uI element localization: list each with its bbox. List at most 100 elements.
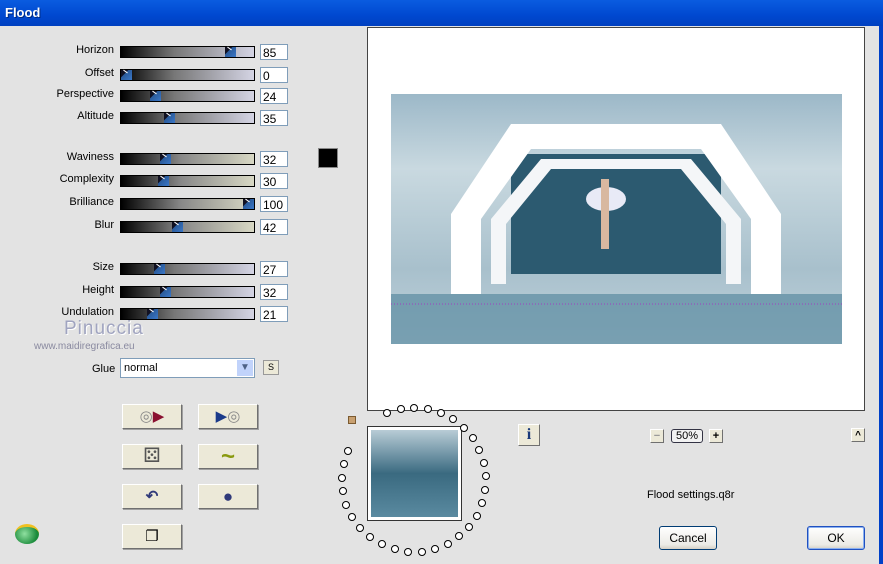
dial-dot[interactable] (481, 472, 490, 481)
dial-dot[interactable] (464, 522, 473, 531)
collapse-button[interactable]: ^ (851, 428, 865, 442)
slider-track[interactable] (120, 46, 255, 58)
ring-icon: ● (222, 487, 234, 506)
slider-value-input[interactable]: 35 (260, 110, 288, 126)
slider-value-input[interactable]: 42 (260, 219, 288, 235)
slider-label: Complexity (59, 173, 114, 185)
wave-button[interactable]: ~ (198, 444, 258, 469)
dial-dot[interactable] (475, 445, 484, 454)
dial-dot[interactable] (342, 500, 351, 509)
slider-thumb[interactable] (243, 199, 254, 209)
dial-dot[interactable] (478, 499, 487, 508)
slider-thumb[interactable] (160, 287, 172, 297)
thumbnail-handle[interactable] (348, 416, 356, 424)
slider-track[interactable] (120, 69, 255, 81)
slider-thumb[interactable] (157, 176, 169, 186)
wave-icon: ~ (220, 443, 235, 470)
watermark-name: Pinuccia (64, 318, 144, 339)
dial-dot[interactable] (423, 405, 432, 414)
slider-value-input[interactable]: 32 (260, 151, 288, 167)
save-preset-button[interactable]: ▶◎ (198, 404, 258, 429)
zoom-level: 50% (671, 429, 703, 443)
dial-dot[interactable] (390, 545, 399, 554)
reset-button[interactable]: ● (198, 484, 258, 509)
slider-value-input[interactable]: 100 (260, 196, 288, 212)
dial-dot[interactable] (383, 409, 392, 418)
slider-thumb[interactable] (172, 222, 184, 232)
slider-row-undulation: Undulation 21 (0, 305, 300, 322)
dial-dot[interactable] (377, 540, 386, 549)
slider-value-input[interactable]: 0 (260, 67, 288, 83)
slider-track[interactable] (120, 221, 255, 233)
slider-track[interactable] (120, 286, 255, 298)
dial-dot[interactable] (417, 547, 426, 556)
copy-button[interactable]: ❐ (122, 524, 182, 549)
dial-dot[interactable] (472, 511, 481, 520)
slider-value-input[interactable]: 27 (260, 261, 288, 277)
dial-dot[interactable] (454, 532, 463, 541)
dial-dot[interactable] (481, 485, 490, 494)
slider-label: Size (92, 261, 114, 273)
slider-thumb[interactable] (146, 309, 158, 319)
slider-track[interactable] (120, 90, 255, 102)
slider-label: Height (82, 284, 114, 296)
dial-dot[interactable] (468, 434, 477, 443)
slider-row-complexity: Complexity 30 (0, 172, 300, 189)
slider-thumb[interactable] (163, 113, 175, 123)
dial-dot[interactable] (338, 473, 347, 482)
slider-row-brilliance: Brilliance 100 (0, 195, 300, 212)
slider-track[interactable] (120, 175, 255, 187)
title-bar: Flood (0, 0, 883, 26)
dial-dot[interactable] (443, 539, 452, 548)
chevron-down-icon[interactable]: ▼ (237, 360, 253, 376)
dial-dot[interactable] (338, 487, 347, 496)
slider-value-input[interactable]: 32 (260, 284, 288, 300)
slider-thumb[interactable] (160, 154, 172, 164)
dial-dot[interactable] (348, 512, 357, 521)
dial-dot[interactable] (339, 460, 348, 469)
dial-dot[interactable] (459, 423, 468, 432)
ok-button[interactable]: OK (807, 526, 865, 550)
zoom-in-button[interactable]: + (709, 429, 723, 443)
slider-track[interactable] (120, 112, 255, 124)
dial-dot[interactable] (343, 447, 352, 456)
dial-dot[interactable] (404, 547, 412, 556)
dial-dot[interactable] (366, 533, 375, 542)
s-button[interactable]: S (263, 360, 279, 375)
slider-thumb[interactable] (121, 70, 132, 80)
watermark-url: www.maidiregrafica.eu (34, 341, 135, 352)
slider-thumb[interactable] (153, 264, 165, 274)
slider-value-input[interactable]: 30 (260, 173, 288, 189)
slider-row-altitude: Altitude 35 (0, 109, 300, 126)
preview-canvas[interactable] (367, 27, 865, 411)
info-button[interactable]: i (518, 424, 540, 446)
dial-dot[interactable] (430, 544, 439, 553)
thumbnail-image (371, 430, 458, 517)
glue-select[interactable]: normal ▼ (120, 358, 255, 378)
slider-value-input[interactable]: 85 (260, 44, 288, 60)
dial-dot[interactable] (448, 415, 457, 424)
undo-icon: ↶ (145, 488, 159, 505)
slider-thumb[interactable] (150, 91, 162, 101)
slider-thumb[interactable] (224, 47, 236, 57)
slider-row-perspective: Perspective 24 (0, 87, 300, 104)
disc-icon: ◎ (227, 408, 241, 425)
dial-dot[interactable] (479, 458, 488, 467)
undo-button[interactable]: ↶ (122, 484, 182, 509)
navigator-thumbnail[interactable] (367, 426, 462, 521)
randomize-button[interactable]: ⚄ (122, 444, 182, 469)
slider-row-blur: Blur 42 (0, 218, 300, 235)
slider-track[interactable] (120, 198, 255, 210)
slider-value-input[interactable]: 24 (260, 88, 288, 104)
zoom-out-button[interactable]: − (650, 429, 664, 443)
color-swatch[interactable] (318, 148, 338, 168)
slider-track[interactable] (120, 263, 255, 275)
dial-dot[interactable] (396, 405, 405, 414)
slider-track[interactable] (120, 153, 255, 165)
dial-dot[interactable] (356, 523, 365, 532)
load-preset-button[interactable]: ◎▶ (122, 404, 182, 429)
slider-label: Altitude (77, 110, 114, 122)
slider-value-input[interactable]: 21 (260, 306, 288, 322)
cancel-button[interactable]: Cancel (659, 526, 717, 550)
dial-dot[interactable] (436, 409, 445, 418)
